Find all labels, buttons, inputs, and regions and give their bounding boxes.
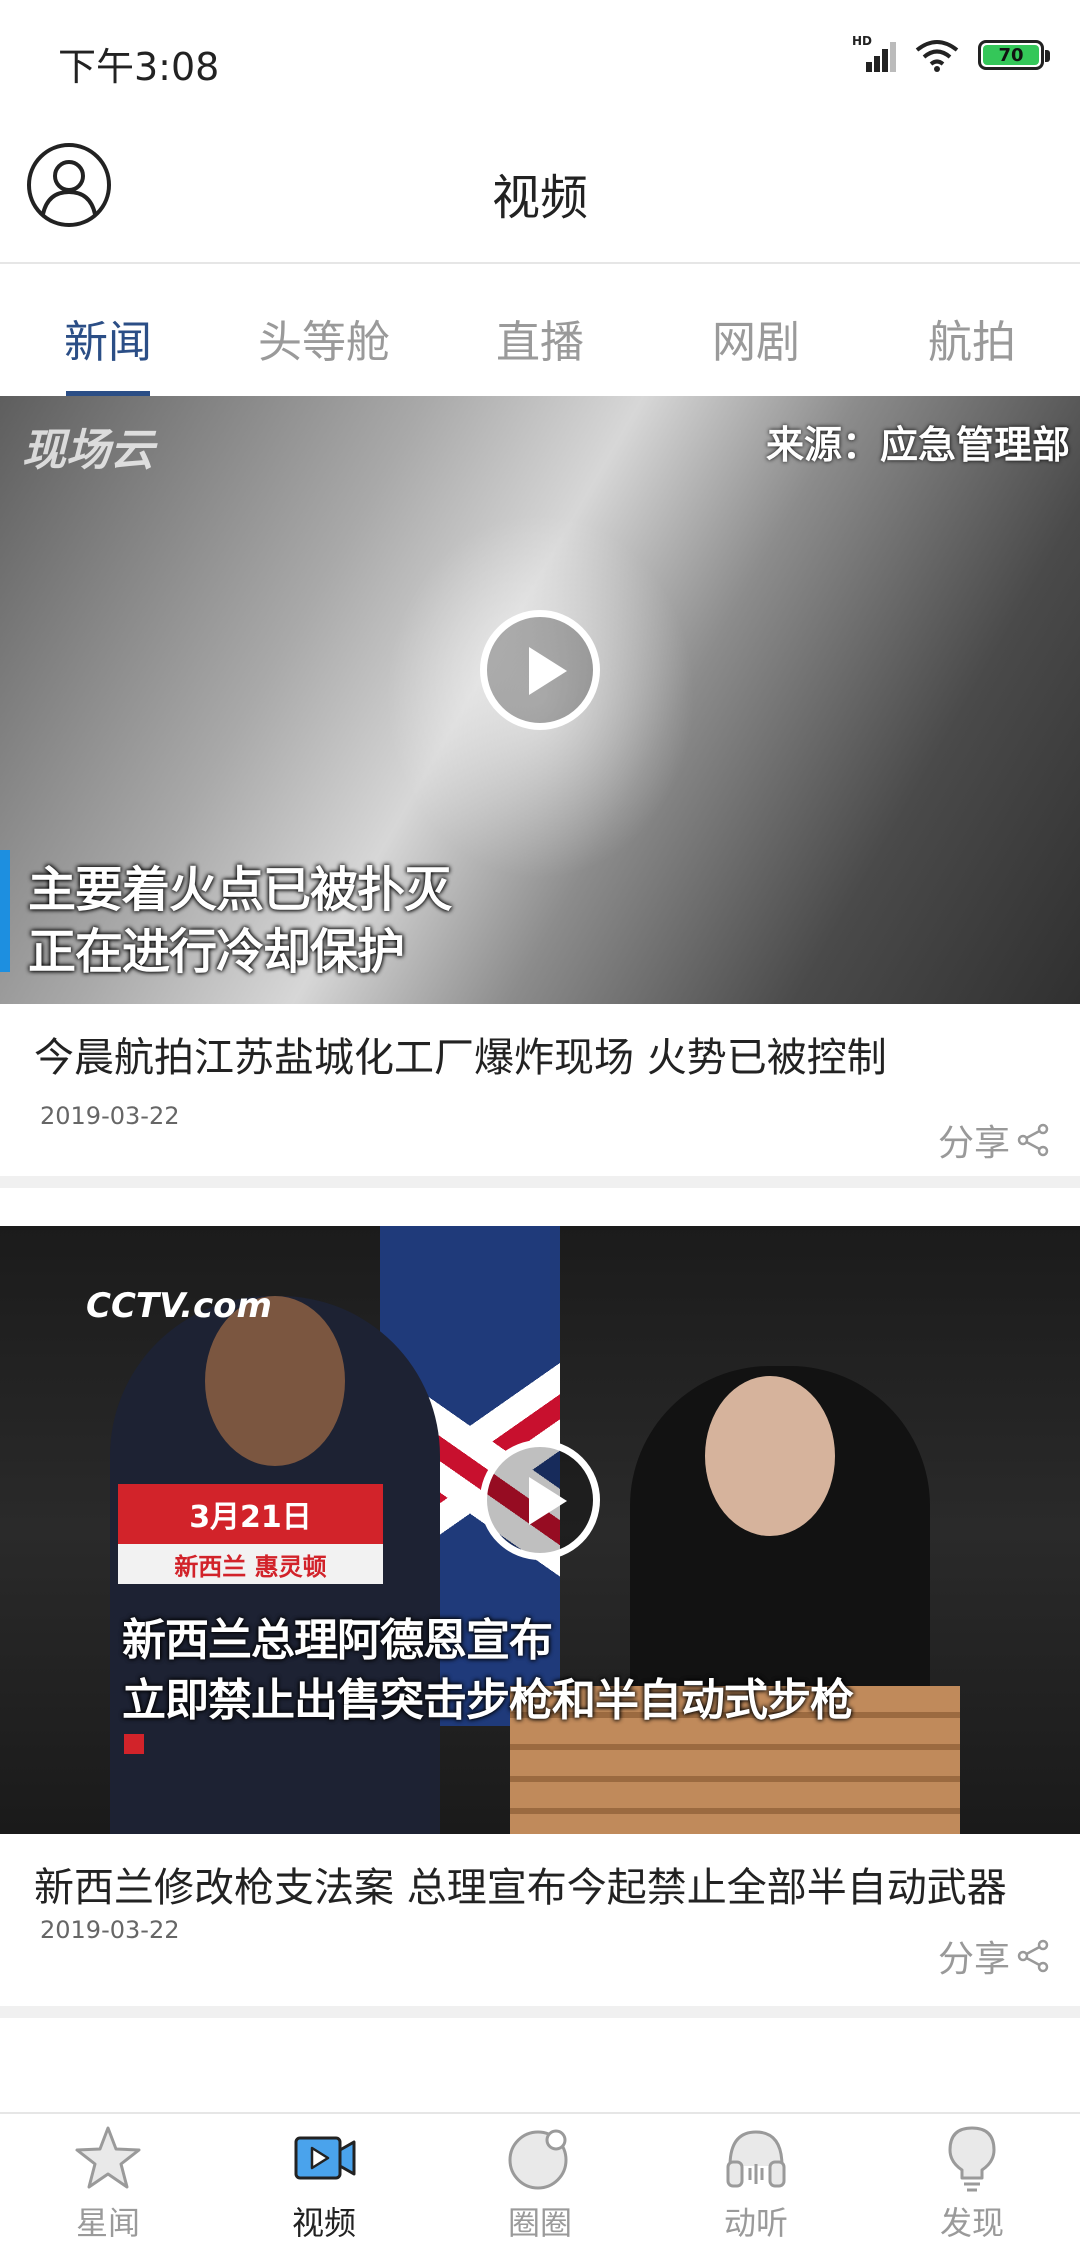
bottom-nav: 星闻 视频 圈圈 动听 发现	[0, 2112, 1080, 2248]
date-location-box: 3月21日 新西兰 惠灵顿	[118, 1484, 383, 1584]
signal-icon: HD	[852, 34, 896, 72]
page-title: 视频	[491, 170, 588, 226]
video-caption-line: 主要着火点已被扑灭	[28, 862, 452, 918]
share-label: 分享	[937, 1939, 1010, 1980]
nav-label: 圈圈	[507, 2204, 572, 2242]
play-button[interactable]	[480, 1440, 600, 1560]
play-button[interactable]	[480, 610, 600, 730]
publish-date: 2019-03-22	[40, 1916, 180, 1944]
status-time: 下午3:08	[58, 45, 220, 89]
nav-label: 发现	[939, 2204, 1004, 2242]
headphones-icon	[726, 2130, 786, 2188]
video-caption-line: 新西兰总理阿德恩宣布	[122, 1615, 553, 1666]
battery-icon: 70	[978, 40, 1050, 70]
nav-item-stars[interactable]: 星闻	[0, 2114, 216, 2248]
video-card: CCTV.com 3月21日 新西兰 惠灵顿 新西兰总理阿德恩宣布 立即禁止出售…	[0, 1226, 1080, 2018]
bulb-icon	[948, 2126, 996, 2192]
tab-web-series[interactable]: 网剧	[648, 266, 864, 396]
share-button[interactable]: 分享	[938, 1930, 1050, 1982]
card-divider	[0, 2006, 1080, 2018]
nav-item-listen[interactable]: 动听	[648, 2114, 864, 2248]
nav-label: 星闻	[75, 2204, 140, 2242]
date-label: 3月21日	[118, 1484, 383, 1544]
watermark-logo: 现场云	[22, 425, 154, 476]
wifi-icon	[915, 40, 959, 72]
nav-item-circles[interactable]: 圈圈	[432, 2114, 648, 2248]
header: 视频	[0, 118, 1080, 264]
nav-item-discover[interactable]: 发现	[864, 2114, 1080, 2248]
video-thumbnail[interactable]: 现场云 来源：应急管理部 主要着火点已被扑灭 正在进行冷却保护	[0, 396, 1080, 1004]
video-card: 现场云 来源：应急管理部 主要着火点已被扑灭 正在进行冷却保护 今晨航拍江苏盐城…	[0, 396, 1080, 1188]
nav-item-video[interactable]: 视频	[216, 2114, 432, 2248]
card-meta: 2019-03-22 分享	[0, 1916, 1080, 2006]
caption-marker	[124, 1734, 144, 1754]
status-icons: HD 70	[852, 34, 1050, 72]
tab-aerial[interactable]: 航拍	[864, 266, 1080, 396]
share-label: 分享	[937, 1123, 1010, 1164]
caption-accent-bar	[0, 850, 10, 972]
video-caption-line: 立即禁止出售突击步枪和半自动式步枪	[122, 1675, 854, 1726]
video-title[interactable]: 今晨航拍江苏盐城化工厂爆炸现场 火势已被控制	[0, 1004, 1080, 1086]
watermark-logo: CCTV.com	[86, 1286, 272, 1326]
share-icon	[1017, 1939, 1049, 1973]
location-label: 新西兰 惠灵顿	[118, 1544, 383, 1584]
nav-label: 动听	[723, 2204, 788, 2242]
status-bar: 下午3:08 HD 70	[0, 0, 1080, 118]
circle-icon	[508, 2129, 568, 2190]
card-meta: 2019-03-22 分享	[0, 1086, 1080, 1176]
video-icon	[294, 2136, 356, 2180]
share-icon	[1017, 1123, 1049, 1157]
star-icon	[75, 2126, 141, 2189]
tab-first-class[interactable]: 头等舱	[216, 266, 432, 396]
battery-level: 70	[983, 45, 1039, 66]
tab-live[interactable]: 直播	[432, 266, 648, 396]
video-thumbnail[interactable]: CCTV.com 3月21日 新西兰 惠灵顿 新西兰总理阿德恩宣布 立即禁止出售…	[0, 1226, 1080, 1834]
video-caption-line: 正在进行冷却保护	[28, 924, 405, 980]
tab-news[interactable]: 新闻	[0, 266, 216, 396]
video-title[interactable]: 新西兰修改枪支法案 总理宣布今起禁止全部半自动武器	[0, 1834, 1080, 1916]
nav-label: 视频	[291, 2204, 356, 2242]
publish-date: 2019-03-22	[40, 1102, 180, 1130]
card-divider	[0, 1176, 1080, 1188]
watermark-source: 来源：应急管理部	[765, 423, 1070, 467]
share-button[interactable]: 分享	[938, 1114, 1050, 1166]
category-tabs: 新闻 头等舱 直播 网剧 航拍	[0, 266, 1080, 396]
